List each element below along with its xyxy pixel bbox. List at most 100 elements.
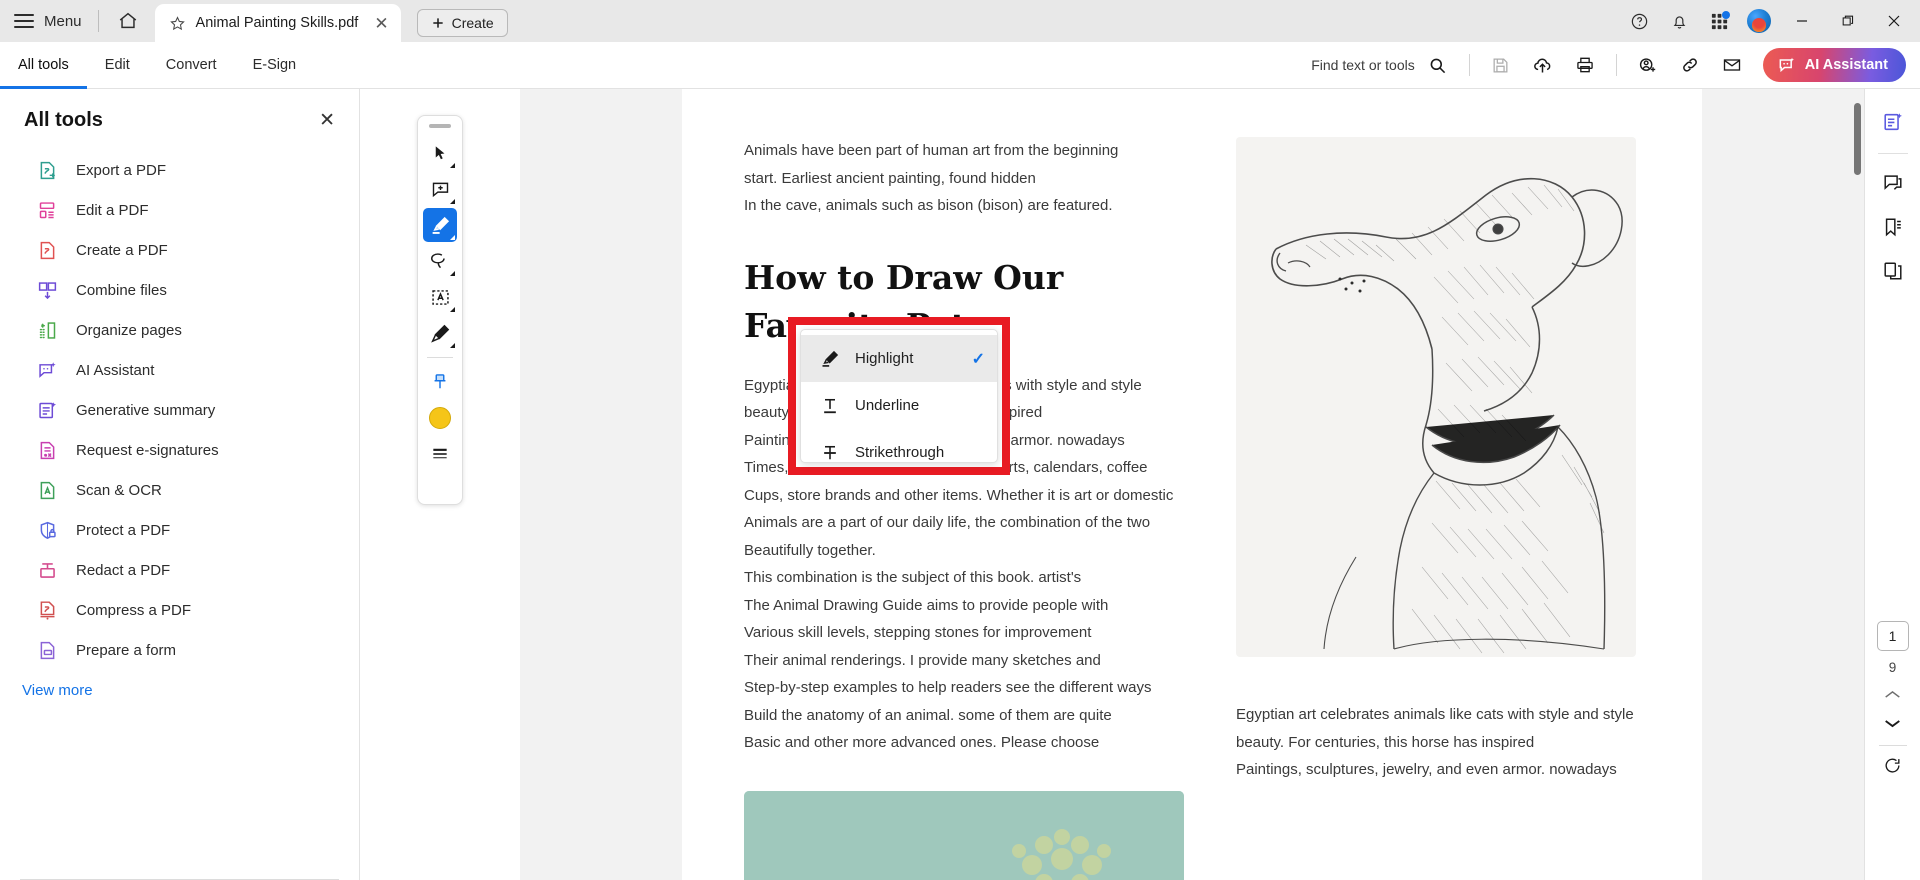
cloud-upload-icon[interactable] — [1524, 48, 1562, 82]
highlight-tool[interactable] — [423, 208, 457, 242]
export-pdf-icon — [36, 159, 58, 181]
pages-icon[interactable] — [1874, 252, 1912, 290]
menu-item-underline[interactable]: Underline — [801, 382, 997, 429]
notifications-bell-icon[interactable] — [1660, 4, 1698, 38]
sidebar-item-compress-a-pdf[interactable]: Compress a PDF — [0, 590, 359, 630]
avatar[interactable] — [1740, 4, 1778, 38]
mail-icon[interactable] — [1713, 48, 1751, 82]
menu-item-strikethrough[interactable]: Strikethrough — [801, 429, 997, 476]
bookmark-icon[interactable] — [1874, 208, 1912, 246]
draw-tool[interactable] — [423, 316, 457, 350]
next-page-button[interactable] — [1884, 716, 1901, 733]
window-maximize-button[interactable] — [1826, 0, 1870, 42]
title-bar-left: Menu — [0, 0, 141, 42]
body-line: The Animal Drawing Guide aims to provide… — [744, 596, 1109, 614]
annotation-toolbar — [417, 115, 463, 505]
acrobat-window: Menu Animal Painting Skills.pdf ✕ Create — [0, 0, 1920, 880]
page-total-label: 9 — [1888, 660, 1897, 675]
tab-convert[interactable]: Convert — [148, 42, 235, 89]
viewer-scroll-track[interactable] — [1851, 89, 1864, 880]
app-grid-icon[interactable] — [1700, 4, 1738, 38]
ai-assistant-button[interactable]: AI Assistant — [1762, 48, 1906, 82]
help-icon[interactable] — [1620, 4, 1658, 38]
add-person-icon[interactable] — [1629, 48, 1667, 82]
sidebar-item-ai-assistant[interactable]: AI Assistant — [0, 350, 359, 390]
body-line: Beautifully together. — [744, 541, 876, 559]
generative-summary-icon — [36, 399, 58, 421]
save-icon[interactable] — [1482, 48, 1520, 82]
home-icon[interactable] — [115, 8, 141, 34]
sidebar-item-label: Request e-signatures — [76, 441, 219, 459]
sidebar-item-combine-files[interactable]: Combine files — [0, 270, 359, 310]
divider — [1878, 745, 1907, 746]
sticky-pin-tool[interactable] — [423, 365, 457, 399]
notification-dot — [1722, 11, 1730, 19]
hamburger-menu-icon[interactable] — [14, 14, 34, 28]
sidebar-item-label: AI Assistant — [76, 361, 155, 379]
generative-summary-icon[interactable] — [1874, 103, 1912, 141]
sidebar-item-prepare-a-form[interactable]: Prepare a form — [0, 630, 359, 670]
body-paragraph-2: This combination is the subject of this … — [744, 564, 1184, 757]
document-viewer[interactable]: Animals have been part of human art from… — [520, 89, 1864, 880]
plus-icon — [432, 18, 443, 28]
lasso-tool[interactable] — [423, 244, 457, 278]
viewer-scrollbar-thumb[interactable] — [1854, 103, 1861, 175]
body-line: Their animal renderings. I provide many … — [744, 651, 1101, 669]
thickness-tool[interactable] — [423, 437, 457, 471]
sidebar-item-redact-a-pdf[interactable]: Redact a PDF — [0, 550, 359, 590]
ai-assistant-label: AI Assistant — [1804, 57, 1888, 73]
sidebar-item-label: Redact a PDF — [76, 561, 171, 579]
window-minimize-button[interactable] — [1780, 0, 1824, 42]
sidebar-item-label: Combine files — [76, 281, 167, 299]
close-icon[interactable]: ✕ — [319, 111, 335, 130]
body-line: Animals are a part of our daily life, th… — [744, 514, 1151, 531]
chevron-icon — [450, 199, 455, 204]
sidebar-item-create-a-pdf[interactable]: Create a PDF — [0, 230, 359, 270]
find-text-or-tools-label[interactable]: Find text or tools — [1311, 57, 1415, 73]
refresh-icon[interactable] — [1883, 756, 1902, 780]
text-select-tool[interactable] — [423, 280, 457, 314]
tab-edit[interactable]: Edit — [87, 42, 148, 89]
intro-line: start. Earliest ancient painting, found … — [744, 169, 1036, 187]
print-icon[interactable] — [1566, 48, 1604, 82]
sidebar-item-export-a-pdf[interactable]: Export a PDF — [0, 150, 359, 190]
menu-item-highlight[interactable]: Highlight ✓ — [801, 335, 997, 382]
previous-page-button[interactable] — [1884, 687, 1901, 704]
ai-assistant-icon — [36, 359, 58, 381]
link-icon[interactable] — [1671, 48, 1709, 82]
prepare-form-icon — [36, 639, 58, 661]
sidebar-item-generative-summary[interactable]: Generative summary — [0, 390, 359, 430]
view-more-link[interactable]: View more — [0, 670, 359, 699]
sidebar-item-edit-a-pdf[interactable]: Edit a PDF — [0, 190, 359, 230]
chevron-icon — [450, 343, 455, 348]
text-box-icon — [431, 289, 449, 305]
add-comment-tool[interactable] — [423, 172, 457, 206]
create-button[interactable]: Create — [416, 9, 508, 37]
star-icon[interactable] — [169, 15, 186, 32]
all-tools-panel: All tools ✕ Export a PDF Edit a PDF Crea… — [0, 89, 360, 880]
sidebar-item-request-e-signatures[interactable]: Request e-signatures — [0, 430, 359, 470]
edit-pdf-icon — [36, 199, 58, 221]
page-title: All tools — [24, 109, 103, 131]
document-tab[interactable]: Animal Painting Skills.pdf ✕ — [154, 4, 401, 42]
menu-bar-right: Find text or tools AI Assistant — [1311, 48, 1920, 82]
tab-close-icon[interactable]: ✕ — [374, 15, 388, 32]
page-columns: Animals have been part of human art from… — [744, 137, 1640, 880]
sidebar-item-scan-and-ocr[interactable]: Scan & OCR — [0, 470, 359, 510]
window-close-button[interactable] — [1872, 0, 1916, 42]
pencil-sketch-of-dog — [1236, 137, 1636, 657]
menu-label[interactable]: Menu — [44, 13, 82, 30]
create-pdf-icon — [36, 239, 58, 261]
tools-list: Export a PDF Edit a PDF Create a PDF Com… — [0, 142, 359, 699]
tab-all-tools[interactable]: All tools — [0, 42, 87, 89]
color-swatch[interactable] — [423, 401, 457, 435]
sidebar-item-organize-pages[interactable]: Organize pages — [0, 310, 359, 350]
sidebar-item-protect-a-pdf[interactable]: Protect a PDF — [0, 510, 359, 550]
select-cursor-tool[interactable] — [423, 136, 457, 170]
toolbar-drag-handle[interactable] — [429, 124, 451, 128]
search-icon[interactable] — [1419, 48, 1457, 82]
highlighter-icon — [817, 349, 843, 369]
comment-icon[interactable] — [1874, 164, 1912, 202]
page-number-input[interactable]: 1 — [1876, 621, 1909, 651]
tab-esign[interactable]: E-Sign — [235, 42, 315, 89]
